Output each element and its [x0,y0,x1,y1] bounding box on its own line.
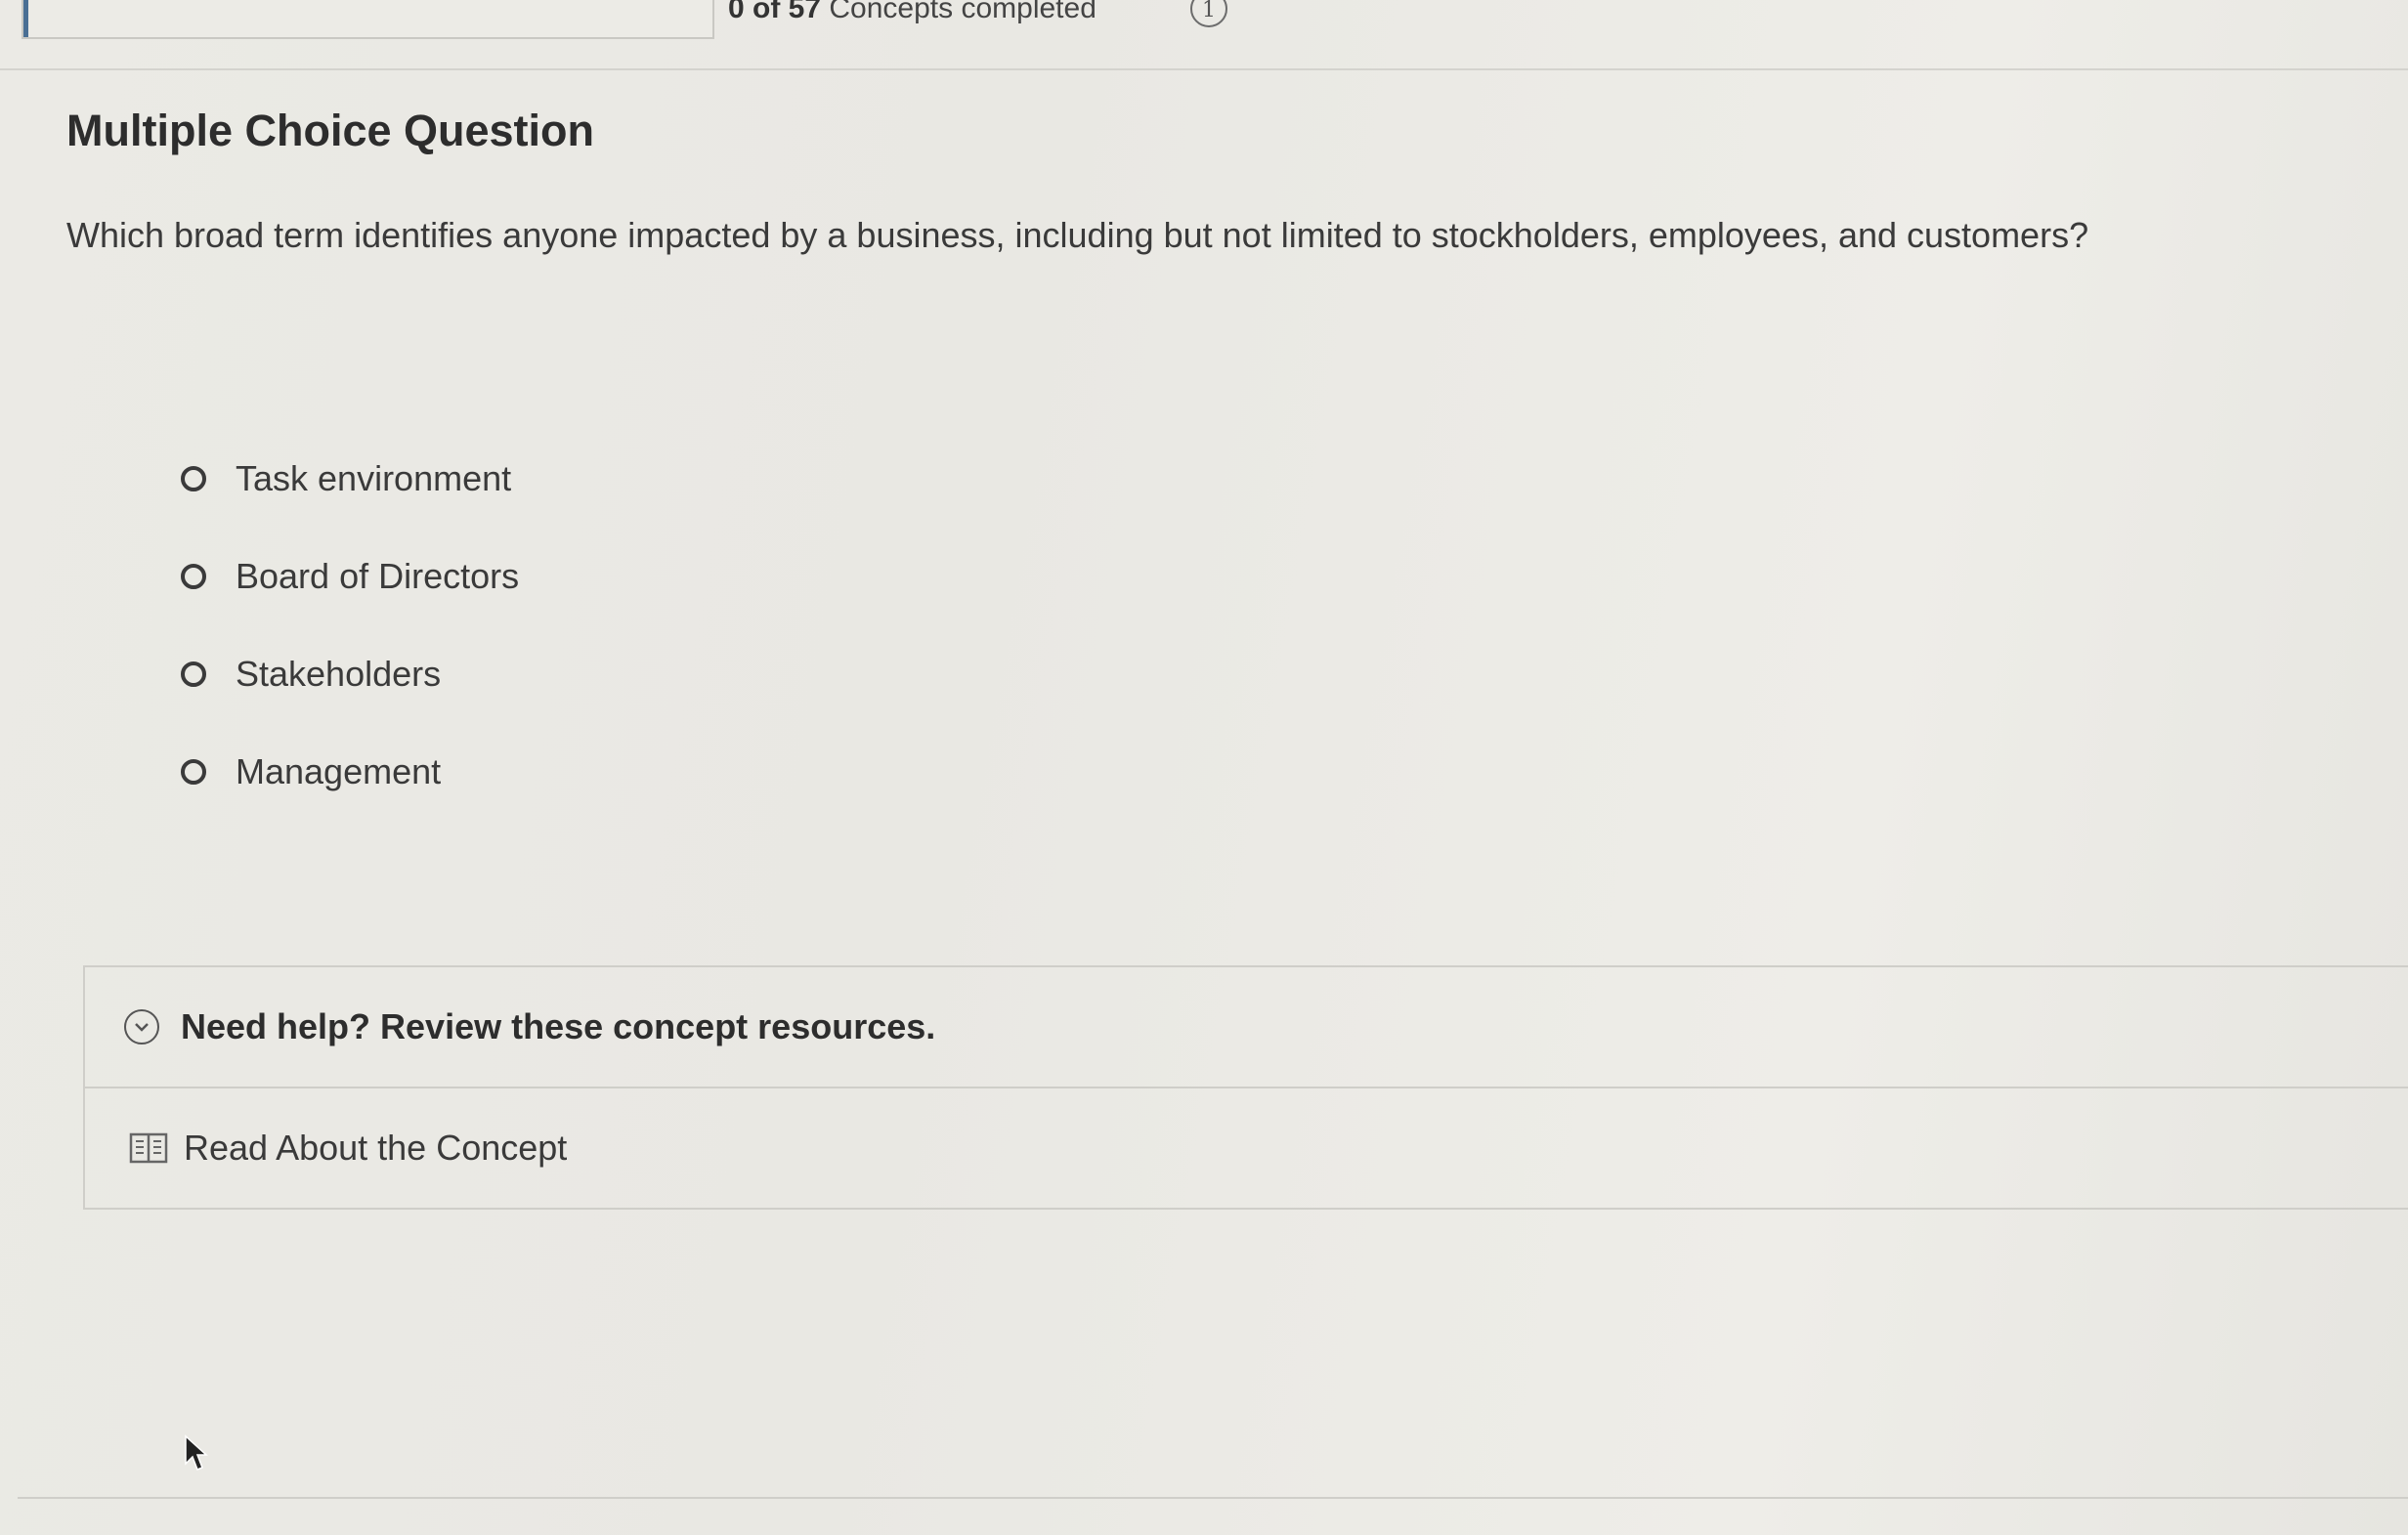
answer-option-board-of-directors[interactable]: Board of Directors [181,547,519,606]
progress-bar-fill [23,0,28,37]
answer-options: Task environment Board of Directors Stak… [181,449,519,840]
book-icon [129,1132,168,1164]
progress-status: 0 of 57 Concepts completed [728,0,1096,25]
concept-resources-title: Need help? Review these concept resource… [181,1006,936,1046]
radio-button[interactable] [181,466,206,491]
screen: 0 of 57 Concepts completed 1 Multiple Ch… [0,0,2408,1535]
answer-option-label: Task environment [236,458,512,498]
concept-resources-toggle[interactable]: Need help? Review these concept resource… [85,967,2408,1088]
concept-info-badge[interactable]: 1 [1190,0,1227,27]
answer-option-management[interactable]: Management [181,743,519,801]
answer-option-task-environment[interactable]: Task environment [181,449,519,508]
answer-option-label: Management [236,751,442,791]
progress-bar [22,0,714,39]
progress-count: 0 of 57 [728,0,822,24]
answer-option-stakeholders[interactable]: Stakeholders [181,645,519,704]
radio-button[interactable] [181,661,206,687]
read-about-concept-label: Read About the Concept [184,1128,568,1168]
question-heading: Multiple Choice Question [66,106,595,155]
read-about-concept-link[interactable]: Read About the Concept [85,1087,2408,1210]
progress-header: 0 of 57 Concepts completed 1 [0,0,2408,70]
radio-button[interactable] [181,564,206,589]
chevron-down-circle-icon [124,1009,159,1045]
divider [18,1497,2408,1499]
progress-suffix: Concepts completed [829,0,1096,24]
question-prompt: Which broad term identifies anyone impac… [66,215,2089,255]
mouse-cursor-icon [185,1434,208,1471]
answer-option-label: Board of Directors [236,556,520,596]
answer-option-label: Stakeholders [236,654,442,694]
concept-resources-panel: Need help? Review these concept resource… [83,965,2408,1210]
radio-button[interactable] [181,759,206,785]
